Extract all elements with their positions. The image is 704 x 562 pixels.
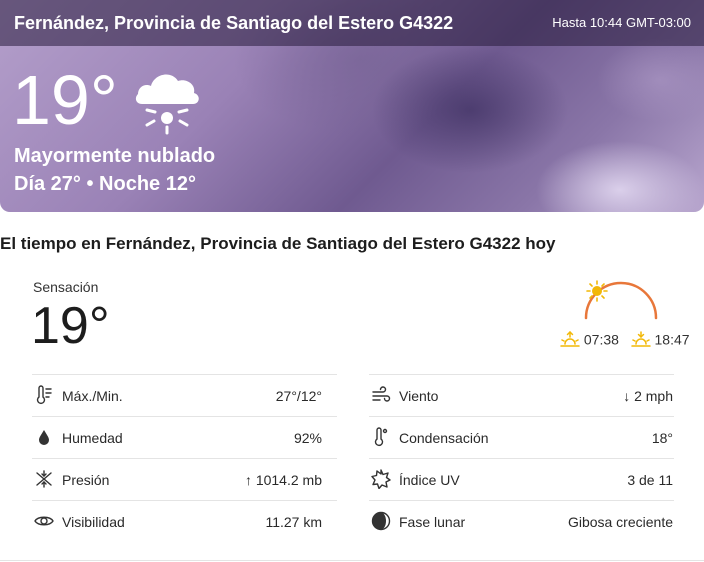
sunset-icon: [630, 331, 651, 348]
detail-value: 27°/12°: [275, 388, 322, 404]
pressure-icon: [36, 470, 52, 488]
humidity-drop-icon: [39, 430, 49, 445]
detail-label: Máx./Min.: [62, 388, 123, 404]
feels-like-label: Sensación: [33, 279, 99, 295]
feels-like-value: 19°: [31, 297, 110, 355]
detail-value: 92%: [293, 430, 322, 446]
wind-icon: [372, 386, 391, 402]
details-left-column: Máx./Min. 27°/12° Humedad 92% Presión ↑ …: [32, 374, 337, 542]
detail-row-humidity: Humedad 92%: [32, 416, 337, 458]
moon-phase-icon: [371, 511, 391, 531]
location-name: Fernández, Provincia de Santiago del Est…: [14, 13, 454, 33]
sun-times: 07:38 18:47: [560, 330, 690, 348]
detail-label: Fase lunar: [399, 514, 466, 530]
detail-row-uv-index: Índice UV 3 de 11: [369, 458, 674, 500]
thermometer-icon: [36, 385, 52, 405]
cloud-sun-icon: [135, 74, 199, 135]
details-right-column: Viento ↓ 2 mph Condensación 18° Índice U…: [369, 374, 674, 542]
sunrise-icon: [560, 331, 580, 348]
detail-row-dew-point: Condensación 18°: [369, 416, 674, 458]
detail-value: 11.27 km: [265, 514, 322, 530]
detail-row-pressure: Presión ↑ 1014.2 mb: [32, 458, 337, 500]
detail-label: Humedad: [62, 430, 123, 446]
visibility-eye-icon: [34, 516, 54, 526]
today-section-title: El tiempo en Fernández, Provincia de San…: [0, 234, 556, 253]
detail-value: ↓ 2 mph: [623, 388, 673, 404]
detail-row-wind: Viento ↓ 2 mph: [369, 374, 674, 416]
bottom-divider: [0, 560, 704, 561]
uv-index-icon: [371, 469, 391, 489]
sunrise-time: 07:38: [583, 331, 619, 348]
detail-value: 3 de 11: [627, 472, 673, 488]
detail-label: Presión: [62, 472, 110, 488]
detail-label: Viento: [399, 388, 439, 404]
detail-row-visibility: Visibilidad 11.27 km: [32, 500, 337, 542]
detail-label: Visibilidad: [62, 514, 125, 530]
detail-label: Condensación: [399, 430, 489, 446]
detail-value: 18°: [651, 430, 673, 446]
day-night-temps: Día 27° • Noche 12°: [14, 173, 196, 195]
detail-label: Índice UV: [399, 472, 460, 488]
detail-value: ↑ 1014.2 mb: [244, 472, 322, 488]
sunset-time: 18:47: [654, 331, 690, 348]
current-temperature: 19°: [12, 61, 118, 139]
weather-phrase: Mayormente nublado: [14, 145, 216, 167]
detail-row-high-low: Máx./Min. 27°/12°: [32, 374, 337, 416]
sun-arc-icon: [584, 280, 658, 320]
dew-point-icon: [374, 427, 388, 447]
detail-value: Gibosa creciente: [567, 514, 673, 530]
as-of-time: Hasta 10:44 GMT-03:00: [552, 15, 691, 30]
detail-row-moon-phase: Fase lunar Gibosa creciente: [369, 500, 674, 542]
current-conditions-card: Fernández, Provincia de Santiago del Est…: [0, 0, 704, 212]
